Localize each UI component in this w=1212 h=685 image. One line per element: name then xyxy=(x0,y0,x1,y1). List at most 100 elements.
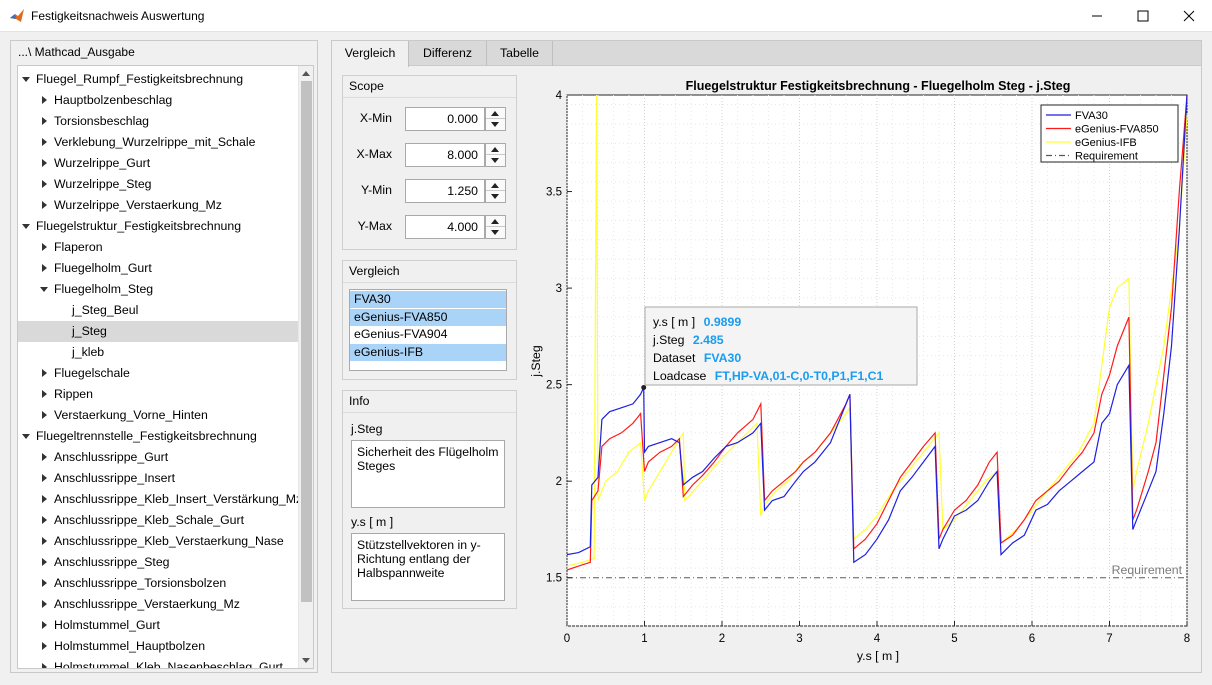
chevron-right-icon[interactable] xyxy=(42,390,47,398)
tree-node[interactable]: Fluegelholm_Gurt xyxy=(18,258,298,279)
tree-node[interactable]: Fluegelstruktur_Festigkeitsbrechnung xyxy=(18,216,298,237)
chevron-right-icon[interactable] xyxy=(42,516,47,524)
y-axis-label: j.Steg xyxy=(529,345,543,378)
tree-node[interactable]: Anschlussrippe_Gurt xyxy=(18,447,298,468)
tab-differenz[interactable]: Differenz xyxy=(409,41,487,66)
scope-field-input[interactable]: 1.250 xyxy=(405,179,485,203)
spin-up-icon[interactable] xyxy=(486,216,505,227)
chevron-right-icon[interactable] xyxy=(42,579,47,587)
tree-node[interactable]: j_Steg xyxy=(18,321,298,342)
tree-node[interactable]: Hauptbolzenbeschlag xyxy=(18,90,298,111)
tree-node[interactable]: Anschlussrippe_Kleb_Verstaerkung_Nase xyxy=(18,531,298,552)
tree-node[interactable]: j_kleb xyxy=(18,342,298,363)
chevron-right-icon[interactable] xyxy=(42,663,47,668)
chevron-right-icon[interactable] xyxy=(42,96,47,104)
minimize-icon xyxy=(1092,15,1102,17)
tree-node[interactable]: Fluegel_Rumpf_Festigkeitsbrechnung xyxy=(18,69,298,90)
spin-up-icon[interactable] xyxy=(486,144,505,155)
scope-field-input[interactable]: 8.000 xyxy=(405,143,485,167)
tree-node[interactable]: Verklebung_Wurzelrippe_mit_Schale xyxy=(18,132,298,153)
tree-node[interactable]: Fluegeltrennstelle_Festigkeitsbrechnung xyxy=(18,426,298,447)
spin-down-icon[interactable] xyxy=(486,191,505,202)
tree-scrollbar[interactable] xyxy=(298,66,313,668)
dataset-list-item[interactable]: FVA30 xyxy=(350,291,506,308)
scroll-up-icon[interactable] xyxy=(302,71,310,76)
chevron-right-icon[interactable] xyxy=(42,180,47,188)
tree-node-label: Torsionsbeschlag xyxy=(54,114,150,128)
chevron-right-icon[interactable] xyxy=(42,264,47,272)
spin-down-icon[interactable] xyxy=(486,119,505,130)
tree-view[interactable]: Fluegel_Rumpf_Festigkeitsbrechnung Hauptb… xyxy=(17,65,314,669)
chevron-down-icon[interactable] xyxy=(40,287,48,292)
tree-node[interactable]: Flaperon xyxy=(18,237,298,258)
tab-tabelle[interactable]: Tabelle xyxy=(487,41,553,66)
close-button[interactable] xyxy=(1166,0,1212,32)
tree-node[interactable]: Verstaerkung_Vorne_Hinten xyxy=(18,405,298,426)
tree-node[interactable]: Anschlussrippe_Torsionsbolzen xyxy=(18,573,298,594)
scope-field: X-Max 8.000 xyxy=(343,142,516,168)
tree-node[interactable]: Anschlussrippe_Insert xyxy=(18,468,298,489)
chevron-down-icon[interactable] xyxy=(22,434,30,439)
scope-group: Scope X-Min 0.000 X-Max 8.000 Y-Min 1.250 Y-Ma… xyxy=(342,75,517,250)
tree-node[interactable]: Fluegelschale xyxy=(18,363,298,384)
spin-up-icon[interactable] xyxy=(486,108,505,119)
tree-node[interactable]: Anschlussrippe_Kleb_Insert_Verstärkung_M… xyxy=(18,489,302,510)
tree-node[interactable]: Torsionsbeschlag xyxy=(18,111,298,132)
maximize-button[interactable] xyxy=(1120,0,1166,32)
chevron-right-icon[interactable] xyxy=(42,453,47,461)
tree-node[interactable]: j_Steg_Beul xyxy=(18,300,298,321)
chevron-right-icon[interactable] xyxy=(42,474,47,482)
tree-node-label: Wurzelrippe_Verstaerkung_Mz xyxy=(54,198,222,212)
scroll-thumb[interactable] xyxy=(301,81,312,602)
tree-node[interactable]: Wurzelrippe_Steg xyxy=(18,174,298,195)
tree-node-label: Anschlussrippe_Steg xyxy=(54,555,170,569)
spin-down-icon[interactable] xyxy=(486,227,505,238)
chart[interactable]: Fluegelstruktur Festigkeitsbrechnung - F… xyxy=(525,72,1200,668)
chevron-right-icon[interactable] xyxy=(42,621,47,629)
chevron-right-icon[interactable] xyxy=(42,138,47,146)
scope-field-input[interactable]: 0.000 xyxy=(405,107,485,131)
datatip[interactable]: y.s [ m ] 0.9899 j.Steg 2.485 Dataset FV… xyxy=(641,306,918,391)
scroll-down-icon[interactable] xyxy=(302,658,310,663)
tab-vergleich[interactable]: Vergleich xyxy=(332,41,409,67)
dataset-listbox[interactable]: FVA30 eGenius-FVA850 eGenius-FVA904 eGenius… xyxy=(349,289,507,371)
tree-node[interactable]: Anschlussrippe_Verstaerkung_Mz xyxy=(18,594,298,615)
chevron-down-icon[interactable] xyxy=(22,77,30,82)
tree-node-label: Fluegeltrennstelle_Festigkeitsbrechnung xyxy=(36,429,257,443)
tree-node[interactable]: Rippen xyxy=(18,384,298,405)
chevron-right-icon[interactable] xyxy=(42,243,47,251)
tree-node[interactable]: Holmstummel_Hauptbolzen xyxy=(18,636,298,657)
datatip-marker[interactable] xyxy=(641,385,647,391)
tree-node[interactable]: Wurzelrippe_Gurt xyxy=(18,153,298,174)
minimize-button[interactable] xyxy=(1074,0,1120,32)
tree-node[interactable]: Fluegelholm_Steg xyxy=(18,279,298,300)
chevron-right-icon[interactable] xyxy=(42,600,47,608)
tree-node[interactable]: Holmstummel_Gurt xyxy=(18,615,298,636)
chevron-down-icon[interactable] xyxy=(22,224,30,229)
scope-field: X-Min 0.000 xyxy=(343,106,516,132)
tree-node-label: Anschlussrippe_Insert xyxy=(54,471,175,485)
scope-field-input[interactable]: 4.000 xyxy=(405,215,485,239)
dataset-list-item[interactable]: eGenius-FVA904 xyxy=(350,326,506,343)
spin-down-icon[interactable] xyxy=(486,155,505,166)
legend[interactable]: FVA30 eGenius-FVA850eGenius-IFB Requiremen… xyxy=(1040,104,1179,163)
window-title: Festigkeitsnachweis Auswertung xyxy=(31,9,205,23)
chevron-right-icon[interactable] xyxy=(42,159,47,167)
tree-node[interactable]: Anschlussrippe_Steg xyxy=(18,552,298,573)
chevron-right-icon[interactable] xyxy=(42,201,47,209)
dataset-list-item[interactable]: eGenius-IFB xyxy=(350,343,506,361)
tree-node[interactable]: Holmstummel_Kleb_Nasenbeschlag_Gurt xyxy=(18,657,298,668)
chevron-right-icon[interactable] xyxy=(42,369,47,377)
chevron-right-icon[interactable] xyxy=(42,558,47,566)
datatip-x-value: 0.9899 xyxy=(704,315,742,329)
dataset-list-item[interactable]: eGenius-FVA850 xyxy=(350,308,506,326)
chevron-right-icon[interactable] xyxy=(42,537,47,545)
chevron-right-icon[interactable] xyxy=(42,117,47,125)
tree-node[interactable]: Anschlussrippe_Kleb_Schale_Gurt xyxy=(18,510,298,531)
chevron-right-icon[interactable] xyxy=(42,495,47,503)
tree-node-label: Holmstummel_Gurt xyxy=(54,618,160,632)
chevron-right-icon[interactable] xyxy=(42,411,47,419)
chevron-right-icon[interactable] xyxy=(42,642,47,650)
tree-node[interactable]: Wurzelrippe_Verstaerkung_Mz xyxy=(18,195,298,216)
spin-up-icon[interactable] xyxy=(486,180,505,191)
